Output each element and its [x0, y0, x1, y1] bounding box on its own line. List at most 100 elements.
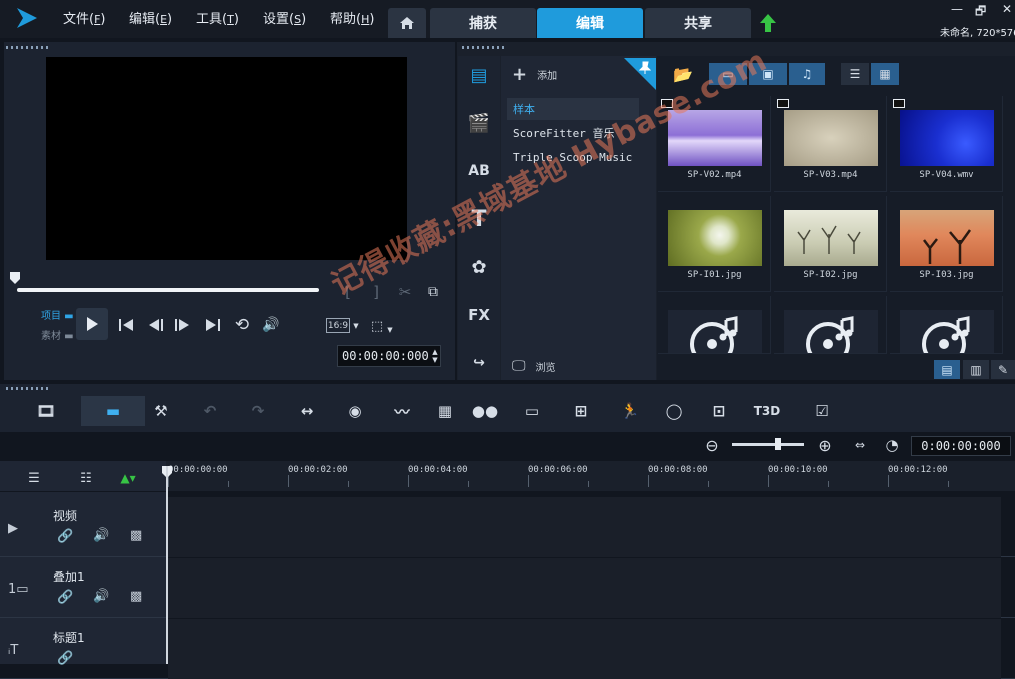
track-lane[interactable]: [168, 497, 1001, 557]
zoom-slider-handle[interactable]: [775, 438, 781, 450]
media-item[interactable]: [658, 296, 771, 354]
menu-tools[interactable]: 工具(T): [196, 8, 239, 27]
home-button[interactable]: [388, 8, 426, 38]
storyboard-view-icon: ▬: [105, 402, 121, 420]
media-item[interactable]: SP-V04.wmv: [890, 96, 1003, 192]
zoom-slider[interactable]: [732, 443, 804, 446]
volume-icon[interactable]: 🔊: [261, 315, 281, 335]
track-volume-icon[interactable]: 🔊: [93, 589, 109, 604]
title-track-icon[interactable]: ᵢT: [8, 643, 18, 658]
scrub-bar[interactable]: [17, 288, 319, 292]
track-visibility-icon[interactable]: ▩: [130, 589, 142, 604]
aspect-ratio-button[interactable]: 16:9: [326, 318, 350, 333]
preview-timecode[interactable]: 00:00:00:000: [337, 345, 441, 367]
media-item[interactable]: SP-I01.jpg: [658, 196, 771, 292]
media-item[interactable]: [774, 296, 887, 354]
crop-dropdown-icon[interactable]: ▼: [386, 326, 394, 334]
filter-category-icon[interactable]: FX: [466, 302, 492, 328]
list-view-button[interactable]: ☰: [841, 63, 869, 85]
end-frame-icon[interactable]: [204, 316, 222, 334]
path-category-icon[interactable]: ↪: [466, 350, 492, 376]
tab-capture[interactable]: 捕获: [430, 8, 536, 38]
track-lane[interactable]: [168, 558, 1001, 618]
track-visibility-icon[interactable]: ▩: [130, 528, 142, 543]
undo-icon[interactable]: ↶: [196, 399, 224, 423]
add-remove-chapter-icon[interactable]: ☷: [76, 470, 96, 486]
track-lane[interactable]: [168, 619, 1001, 679]
redo-icon[interactable]: ↷: [244, 399, 272, 423]
list-view-icon: ☰: [849, 67, 861, 81]
multi-camera-icon[interactable]: ▦: [431, 399, 459, 423]
options-view-button[interactable]: ▥: [963, 360, 989, 379]
video-track-icon[interactable]: ▶: [8, 521, 18, 536]
pan-zoom-icon[interactable]: ⊡: [705, 399, 733, 423]
close-button[interactable]: ✕: [1002, 2, 1012, 16]
tab-edit[interactable]: 编辑: [537, 8, 643, 38]
track-name: 视频: [53, 509, 78, 523]
resize-crop-icon[interactable]: ⬚: [368, 317, 386, 335]
zoom-in-icon[interactable]: ⊕: [815, 436, 835, 455]
mask-creator-icon[interactable]: ◯: [660, 399, 688, 423]
motion-tracking-icon[interactable]: 🏃: [616, 399, 644, 423]
enlarge-preview-icon[interactable]: ⧉: [424, 283, 442, 301]
3d-title-icon[interactable]: T3D: [753, 399, 781, 423]
fit-to-window-icon[interactable]: ↔: [293, 399, 321, 423]
toolbar-tools-icon[interactable]: ⚒: [147, 399, 175, 423]
scissors-icon[interactable]: ✂: [396, 283, 414, 301]
timeline-playhead[interactable]: [166, 466, 168, 664]
timeline-panel-grip[interactable]: [6, 387, 50, 390]
add-folder-button[interactable]: + 添加: [512, 64, 557, 85]
subtitle-editor-icon[interactable]: ▭: [518, 399, 546, 423]
show-audio-button[interactable]: ♫: [789, 63, 825, 85]
media-item[interactable]: SP-I02.jpg: [774, 196, 887, 292]
timeline-timecode[interactable]: 0:00:00:000: [911, 436, 1011, 456]
upload-icon[interactable]: [758, 12, 778, 34]
mode-project[interactable]: 项目 ▬: [41, 307, 74, 322]
track-manager-icon[interactable]: ☰: [24, 470, 44, 486]
link-icon[interactable]: 🔗: [57, 529, 73, 544]
prev-frame-icon[interactable]: [147, 316, 165, 334]
timeline-view-icon[interactable]: 🎞: [32, 399, 60, 423]
zoom-out-icon[interactable]: ⊖: [702, 436, 722, 455]
library-mode-button[interactable]: ▤: [934, 360, 960, 379]
scrub-handle-icon[interactable]: [9, 271, 21, 285]
timecode-stepper-icon[interactable]: ▲ ▼: [430, 345, 440, 367]
player-panel-grip[interactable]: [6, 46, 50, 49]
overlay-track-icon[interactable]: 1▭: [8, 582, 29, 597]
sound-mixer-icon[interactable]: 〰: [388, 399, 416, 423]
restore-button[interactable]: 🗗: [975, 2, 986, 23]
menu-file[interactable]: 文件(F): [63, 8, 105, 27]
instant-project-icon[interactable]: 🎬: [466, 110, 492, 136]
mode-clip[interactable]: 素材 ▬: [41, 327, 74, 342]
minimize-button[interactable]: —: [951, 2, 963, 16]
thumbnail-view-button[interactable]: ▦: [871, 63, 899, 85]
preview-screen[interactable]: [46, 57, 407, 260]
add-folder-label: 添加: [537, 71, 558, 82]
blend-icon[interactable]: ●●: [471, 399, 499, 423]
fit-project-icon[interactable]: ⇔: [850, 436, 870, 454]
browse-button[interactable]: 🖵 浏览: [512, 358, 556, 374]
edit-options-button[interactable]: ✎: [991, 360, 1015, 379]
next-frame-icon[interactable]: [173, 316, 191, 334]
clock-icon[interactable]: ◔: [882, 436, 902, 454]
home-frame-icon[interactable]: [117, 316, 135, 334]
track-volume-icon[interactable]: 🔊: [93, 528, 109, 543]
tab-share[interactable]: 共享: [645, 8, 751, 38]
play-button[interactable]: [76, 308, 108, 340]
menu-edit[interactable]: 编辑(E): [129, 8, 172, 27]
media-item[interactable]: [890, 296, 1003, 354]
smart-package-icon[interactable]: ☑: [808, 399, 836, 423]
media-item[interactable]: SP-V03.mp4: [774, 96, 887, 192]
aspect-dropdown-icon[interactable]: ▼: [352, 322, 360, 330]
media-category-icon[interactable]: ▤: [466, 62, 492, 88]
repeat-icon[interactable]: ⟲: [232, 315, 252, 335]
menu-settings[interactable]: 设置(S): [263, 8, 306, 27]
multi-trim-icon[interactable]: ⊞: [567, 399, 595, 423]
record-capture-icon[interactable]: ◉: [341, 399, 369, 423]
menu-help[interactable]: 帮助(H): [330, 8, 374, 27]
link-icon[interactable]: 🔗: [57, 590, 73, 605]
media-item[interactable]: SP-I03.jpg: [890, 196, 1003, 292]
graphics-category-icon[interactable]: ✿: [466, 254, 492, 280]
enable-ripple-icon[interactable]: ▲▾: [116, 470, 140, 486]
library-panel-grip[interactable]: [462, 46, 506, 49]
